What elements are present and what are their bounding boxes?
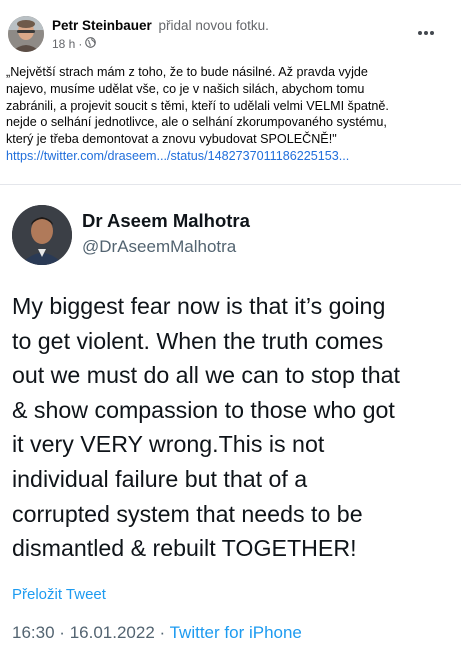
- tweet-source: Twitter for iPhone: [169, 623, 302, 642]
- post-text-line: který je třeba demontovat a znovu vybudo…: [6, 132, 337, 147]
- post-text-line: najevo, musíme udělat vše, co je v našic…: [6, 81, 365, 96]
- tweet-line: & show compassion to those who got: [12, 396, 395, 423]
- tweet-image[interactable]: Dr Aseem Malhotra @DrAseemMalhotra My bi…: [0, 184, 461, 667]
- tweet-meta: 16:30 · 16.01.2022 · Twitter for iPhone: [12, 623, 302, 643]
- meta-separator: ·: [78, 37, 83, 51]
- tweet-author-name: Dr Aseem Malhotra: [82, 210, 250, 231]
- tweet-line: out we must do all we can to stop that: [12, 362, 400, 389]
- tweet-line: it very VERY wrong.This is not: [12, 431, 325, 458]
- tweet-meta-dot: ·: [59, 623, 65, 642]
- tweet-line: individual failure but that of a: [12, 465, 308, 492]
- tweet-author-handle: @DrAseemMalhotra: [82, 237, 237, 256]
- post-meta: 18 h ·: [52, 37, 97, 51]
- tweet-line: to get violent. When the truth comes: [12, 327, 384, 354]
- tweet-link[interactable]: https://twitter.com/draseem.../status/14…: [6, 148, 454, 165]
- facebook-post: Petr Steinbauer přidal novou fotku. 18 h…: [0, 0, 461, 667]
- tweet-body: My biggest fear now is that it’s going t…: [12, 289, 452, 566]
- tweet-time: 16:30: [12, 623, 55, 642]
- author-action: přidal novou fotku.: [158, 18, 269, 33]
- post-text-line: „Největší strach mám z toho, že to bude …: [6, 65, 368, 79]
- more-horizontal-icon: [417, 23, 435, 41]
- tweet-avatar: [12, 205, 72, 265]
- post-text-line: zabránili, a projevit soucit s těmi, kte…: [6, 98, 389, 113]
- tweet-meta-dot: ·: [159, 623, 166, 642]
- tweet-line: dismantled & rebuilt TOGETHER!: [12, 535, 357, 562]
- tweet-date: 16.01.2022: [69, 623, 155, 642]
- author-line: Petr Steinbauer přidal novou fotku.: [52, 18, 269, 33]
- tweet-line: corrupted system that needs to be: [12, 500, 363, 527]
- globe-icon: [85, 37, 97, 51]
- more-options-button[interactable]: [410, 20, 442, 44]
- post-text: „Největší strach mám z toho, že to bude …: [6, 64, 454, 165]
- author-avatar[interactable]: [8, 16, 44, 52]
- post-header: Petr Steinbauer přidal novou fotku. 18 h…: [0, 0, 461, 62]
- post-time[interactable]: 18 h: [52, 37, 75, 51]
- post-text-line: nejde o selhání jednotlivce, ale o selhá…: [6, 115, 387, 130]
- author-name[interactable]: Petr Steinbauer: [52, 18, 152, 33]
- tweet-line: My biggest fear now is that it’s going: [12, 293, 386, 319]
- translate-tweet-link: Přeložit Tweet: [12, 586, 106, 603]
